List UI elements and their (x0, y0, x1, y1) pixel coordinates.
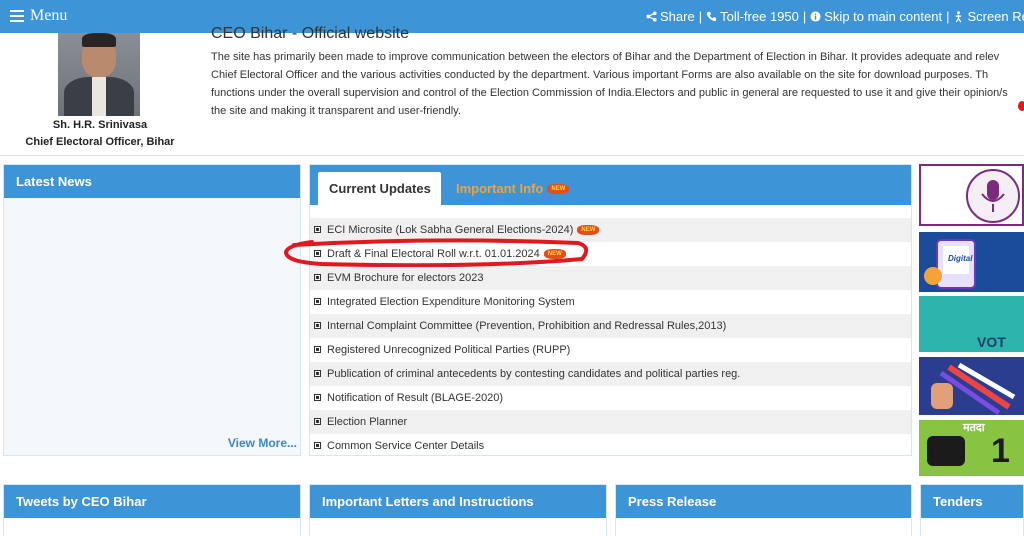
one-label: 1 (991, 432, 1010, 470)
tollfree-label: Toll-free 1950 (720, 9, 799, 24)
intro-line: Chief Electoral Officer and the various … (211, 69, 989, 81)
update-item[interactable]: Draft & Final Electoral Roll w.r.t. 01.0… (310, 242, 911, 266)
update-item[interactable]: Integrated Election Expenditure Monitori… (310, 290, 911, 314)
update-item-label: Draft & Final Electoral Roll w.r.t. 01.0… (327, 248, 540, 260)
bullet-square-icon (314, 346, 321, 353)
update-item[interactable]: Publication of criminal antecedents by c… (310, 362, 911, 386)
bullet-square-icon (314, 394, 321, 401)
tweets-panel: Tweets by CEO Bihar (3, 484, 301, 536)
banner-vote[interactable]: VOT (919, 296, 1024, 352)
phone-icon (707, 11, 717, 22)
skip-to-content-link[interactable]: Skip to main content (810, 9, 942, 24)
bullet-square-icon (314, 226, 321, 233)
bullet-square-icon (314, 322, 321, 329)
update-item[interactable]: Election Planner (310, 410, 911, 434)
view-more-link[interactable]: View More... (228, 436, 297, 450)
banner-voter-ink[interactable] (919, 357, 1024, 415)
microphone-icon (966, 169, 1020, 223)
new-badge-icon: NEW (547, 183, 570, 194)
separator: | (802, 9, 807, 24)
officer-photo (58, 33, 140, 116)
bullet-square-icon (314, 274, 321, 281)
bullet-square-icon (314, 298, 321, 305)
intro-line: The site has primarily been made to impr… (211, 51, 1000, 63)
skip-label: Skip to main content (824, 9, 943, 24)
separator: | (698, 9, 703, 24)
update-item[interactable]: Common Service Center Details (310, 434, 911, 458)
tenders-title: Tenders (921, 485, 1023, 518)
info-icon (810, 11, 821, 22)
update-item-label: Internal Complaint Committee (Prevention… (327, 320, 727, 332)
update-item-label: EVM Brochure for electors 2023 (327, 272, 484, 284)
menu-button[interactable]: Menu (10, 7, 67, 25)
intro-text: The site has primarily been made to impr… (211, 48, 1024, 120)
tollfree-link[interactable]: Toll-free 1950 (706, 9, 799, 24)
letters-panel: Important Letters and Instructions (309, 484, 607, 536)
intro-line: the site and making it transparent and u… (211, 105, 461, 117)
update-item-label: Notification of Result (BLAGE-2020) (327, 392, 504, 404)
update-item[interactable]: EVM Brochure for electors 2023 (310, 266, 911, 290)
latest-news-panel: Latest News View More... (3, 164, 301, 456)
update-item[interactable]: ECI Microsite (Lok Sabha General Electio… (310, 218, 911, 242)
screen-reader-label: Screen Re (967, 9, 1024, 24)
updates-list: ECI Microsite (Lok Sabha General Electio… (310, 218, 911, 458)
update-item-label: Integrated Election Expenditure Monitori… (327, 296, 575, 308)
tab-important-info[interactable]: Important Info NEW (456, 181, 570, 196)
updates-panel: Current Updates Important Info NEW ECI M… (309, 164, 912, 456)
vote-label: VOT (977, 334, 1006, 350)
tab-current-updates[interactable]: Current Updates (318, 172, 441, 205)
site-title: CEO Bihar - Official website (211, 25, 409, 42)
latest-news-title: Latest News (4, 165, 300, 198)
officer-name: Sh. H.R. Srinivasa (52, 119, 148, 131)
update-item[interactable]: Registered Unrecognized Political Partie… (310, 338, 911, 362)
hamburger-icon (10, 7, 24, 25)
update-item-label: Common Service Center Details (327, 440, 485, 452)
bullet-square-icon (314, 442, 321, 449)
intro-section: Sh. H.R. Srinivasa Chief Electoral Offic… (0, 25, 1024, 156)
top-bar: Menu Share | Toll-free 1950 | Skip to ma… (0, 0, 1024, 33)
share-label: Share (660, 9, 695, 24)
ink-finger-icon (931, 362, 1016, 415)
right-banners: Digital VOT मतदा 1 (919, 164, 1024, 476)
update-item-label: Publication of criminal antecedents by c… (327, 368, 741, 380)
banner-digital[interactable]: Digital (919, 232, 1024, 292)
top-links: Share | Toll-free 1950 | Skip to main co… (646, 9, 1024, 24)
update-item-label: Registered Unrecognized Political Partie… (327, 344, 571, 356)
officer-title: Chief Electoral Officer, Bihar (25, 136, 175, 148)
digital-label: Digital (948, 254, 973, 263)
bullet-square-icon (314, 370, 321, 377)
letters-title: Important Letters and Instructions (310, 485, 606, 518)
menu-label: Menu (30, 7, 68, 24)
bullet-square-icon (314, 250, 321, 257)
update-item[interactable]: Internal Complaint Committee (Prevention… (310, 314, 911, 338)
tab-important-label: Important Info (456, 181, 544, 196)
screen-reader-link[interactable]: Screen Re (953, 9, 1024, 24)
share-icon (646, 11, 657, 22)
banner-web-radio[interactable] (919, 164, 1024, 226)
tenders-panel: Tenders (920, 484, 1024, 536)
intro-line: functions under the overall supervision … (211, 87, 1008, 99)
share-link[interactable]: Share (646, 9, 695, 24)
new-badge-icon: NEW (577, 225, 600, 235)
updates-tab-bar: Current Updates Important Info NEW (310, 165, 911, 205)
update-item[interactable]: Notification of Result (BLAGE-2020) (310, 386, 911, 410)
update-item-label: Election Planner (327, 416, 408, 428)
new-badge-icon: NEW (543, 249, 566, 259)
accessibility-icon (956, 10, 962, 22)
separator: | (946, 9, 950, 24)
update-item-label: ECI Microsite (Lok Sabha General Electio… (327, 224, 574, 236)
tweets-title: Tweets by CEO Bihar (4, 485, 300, 518)
slider-dot[interactable] (1018, 101, 1024, 111)
bullet-square-icon (314, 418, 321, 425)
press-title: Press Release (616, 485, 911, 518)
matdata-label: मतदा (963, 422, 985, 434)
banner-matdata[interactable]: मतदा 1 (919, 420, 1024, 476)
press-panel: Press Release (615, 484, 912, 536)
